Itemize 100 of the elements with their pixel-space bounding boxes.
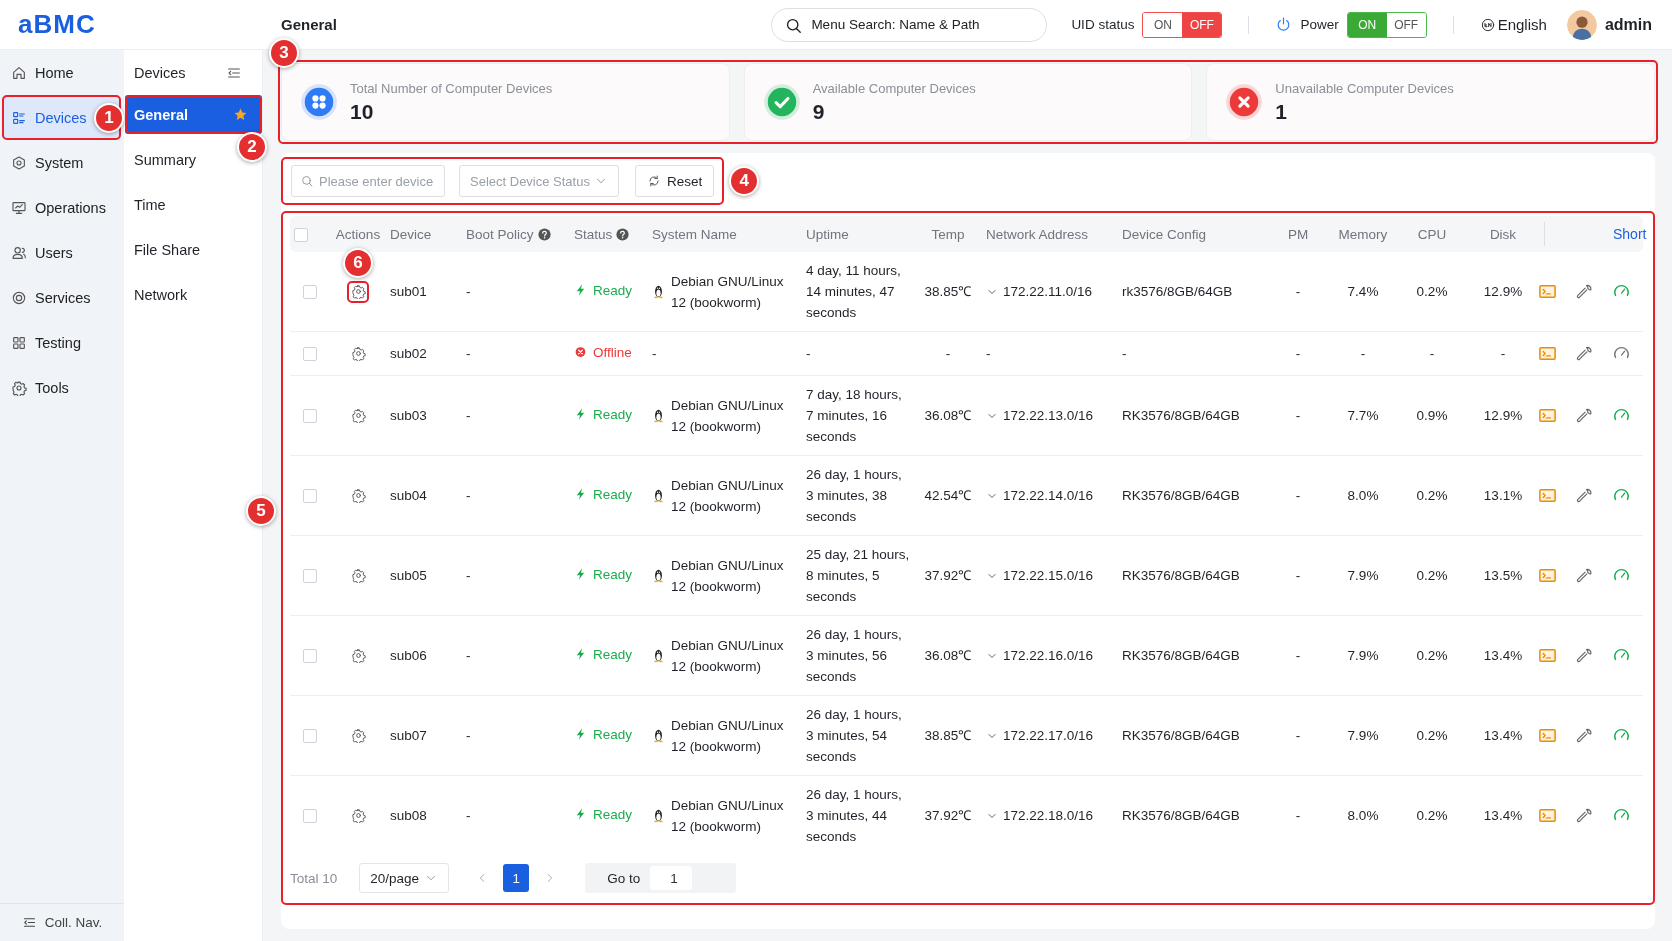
checkbox[interactable] [303, 569, 317, 584]
device-search-field[interactable]: Please enter device [291, 165, 445, 197]
gear-icon [350, 728, 366, 744]
table-cell: rk3576/8GB/64GB [1122, 284, 1233, 299]
lightning-icon [574, 727, 587, 742]
table-cell: 7.9% [1347, 568, 1379, 583]
terminal-icon[interactable] [1538, 806, 1557, 825]
nav-item[interactable]: Tools [2, 365, 121, 410]
checkbox[interactable] [303, 729, 317, 744]
terminal-icon[interactable] [1538, 344, 1557, 363]
sub-nav-item[interactable]: Network [125, 275, 202, 314]
error-icon [574, 345, 587, 360]
wrench-icon[interactable] [1575, 344, 1594, 363]
terminal-icon[interactable] [1538, 726, 1557, 745]
gear-icon [350, 488, 366, 504]
table-cell: 0.9% [1416, 408, 1448, 423]
table-cell: - [1429, 346, 1435, 361]
status-label: Ready [593, 405, 633, 424]
nav-item[interactable]: Home [2, 50, 121, 95]
nav-item[interactable]: Operations [2, 185, 121, 230]
checkbox[interactable] [294, 227, 308, 242]
terminal-icon[interactable] [1538, 566, 1557, 585]
table-cell: - [466, 488, 471, 503]
table-cell: - [1295, 568, 1301, 583]
table-cell: 7 day, 18 hours, 7 minutes, 16 seconds [806, 387, 902, 444]
terminal-icon[interactable] [1538, 646, 1557, 665]
avatar[interactable] [1566, 9, 1597, 40]
table-cell: - [466, 568, 471, 583]
wrench-icon[interactable] [1575, 806, 1594, 825]
column-header: Boot Policy [466, 226, 534, 242]
table-cell: 0.2% [1416, 568, 1448, 583]
wrench-icon[interactable] [1575, 646, 1594, 665]
toggle-option[interactable]: OFF [1182, 12, 1222, 37]
terminal-icon[interactable] [1538, 406, 1557, 425]
wrench-icon[interactable] [1575, 726, 1594, 745]
check-icon [762, 83, 801, 121]
help-icon[interactable] [537, 227, 551, 241]
wrench-icon[interactable] [1575, 406, 1594, 425]
table-cell-text: Debian GNU/Linux 12 (bookworm) [671, 272, 785, 312]
table-cell-text: 172.22.14.0/16 [1003, 487, 1094, 505]
users-icon [11, 244, 27, 261]
stat-label: Unavailable Computer Devices [1275, 80, 1454, 96]
checkbox[interactable] [303, 489, 317, 504]
table-cell-text: - [986, 345, 991, 363]
toggle-label: UID status [1071, 17, 1135, 32]
table-cell: 42.54℃ [924, 488, 972, 503]
status-label: Ready [593, 725, 633, 744]
column-header: Temp [931, 226, 965, 242]
language-button[interactable]: English [1479, 16, 1547, 33]
terminal-icon[interactable] [1538, 486, 1557, 505]
search-field[interactable]: Menu Search: Name & Path [771, 7, 1048, 42]
nav-item[interactable]: Services [2, 275, 121, 320]
wrench-icon[interactable] [1575, 282, 1594, 301]
table-cell: - [1295, 648, 1301, 663]
table-cell: 37.92℃ [924, 808, 972, 823]
table-cell: RK3576/8GB/64GB [1122, 408, 1240, 423]
sub-nav-item[interactable]: File Share [125, 230, 215, 269]
column-header: Status [574, 226, 613, 242]
table-cell: - [806, 346, 811, 361]
checkbox[interactable] [303, 285, 317, 300]
table-cell: 36.08℃ [924, 648, 972, 663]
checkbox[interactable] [303, 347, 317, 362]
table-cell-text: 172.22.17.0/16 [1003, 727, 1094, 745]
nav-item[interactable]: Users [2, 230, 121, 275]
table-cell-text: 172.22.16.0/16 [1003, 647, 1094, 665]
status-label: Ready [593, 805, 633, 824]
stat-label: Total Number of Computer Devices [350, 80, 553, 96]
help-icon[interactable] [616, 227, 630, 241]
column-header: Disk [1489, 226, 1517, 242]
wrench-icon[interactable] [1575, 566, 1594, 585]
lightning-icon [574, 487, 587, 502]
wrench-icon[interactable] [1575, 486, 1594, 505]
lightning-icon [574, 567, 587, 582]
table-cell: sub01 [390, 284, 427, 299]
table-cell-text: Debian GNU/Linux 12 (bookworm) [671, 716, 785, 756]
checkbox[interactable] [303, 649, 317, 664]
callout-badge: 5 [246, 496, 276, 526]
nav-item[interactable]: System [2, 140, 121, 185]
toggle-label: Power [1300, 17, 1339, 32]
reset-button[interactable]: Reset [635, 165, 715, 197]
sub-nav-item[interactable]: Time [125, 185, 180, 224]
cross-icon [1225, 83, 1264, 121]
table-cell: 0.2% [1416, 808, 1448, 823]
page-input-field[interactable]: 1 [650, 866, 693, 890]
sub-nav-item[interactable]: Summary [125, 140, 211, 179]
user-name[interactable]: admin [1604, 15, 1652, 34]
checkbox[interactable] [303, 809, 317, 824]
table-cell: 26 day, 1 hours, 3 minutes, 54 seconds [806, 707, 902, 764]
table-cell-text: Debian GNU/Linux 12 (bookworm) [671, 476, 785, 516]
checkbox[interactable] [303, 409, 317, 424]
page-size-select[interactable]: 20/page [359, 863, 450, 893]
status-label: Offline [593, 343, 632, 362]
terminal-icon[interactable] [1538, 282, 1557, 301]
column-header: CPU [1417, 226, 1447, 242]
short-link[interactable]: Short [1544, 222, 1647, 246]
page-button[interactable]: 1 [503, 864, 530, 892]
status-label: Ready [593, 281, 633, 300]
table-cell: RK3576/8GB/64GB [1122, 568, 1240, 583]
nav-item[interactable]: Testing [2, 320, 121, 365]
home-icon [11, 64, 27, 81]
